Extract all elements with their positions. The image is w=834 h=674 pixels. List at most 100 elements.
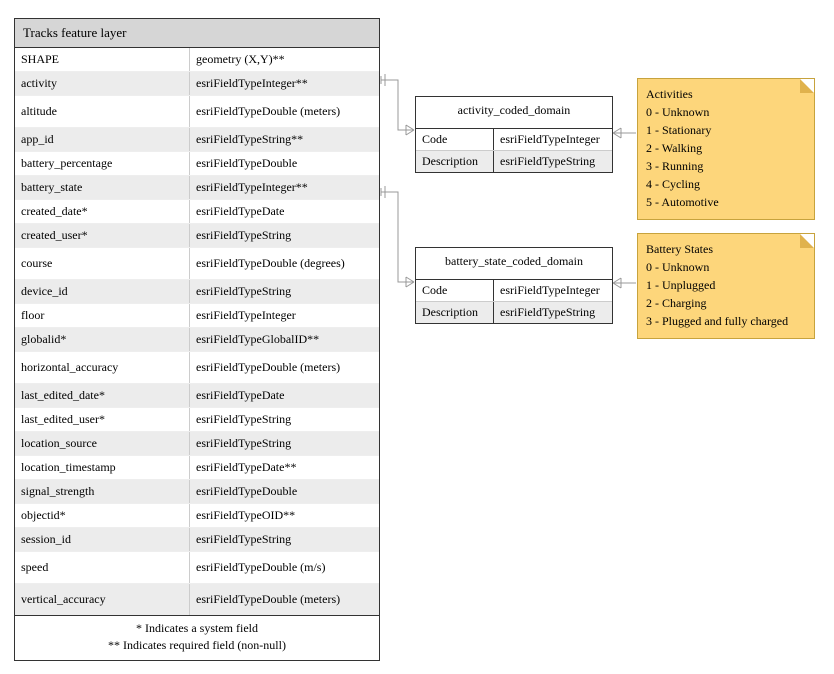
field-type: esriFieldTypeOID** bbox=[190, 504, 379, 527]
field-row: battery_percentageesriFieldTypeDouble bbox=[15, 152, 379, 176]
field-type: esriFieldTypeInteger** bbox=[190, 176, 379, 199]
field-type: esriFieldTypeInteger** bbox=[190, 72, 379, 95]
field-type: esriFieldTypeDate bbox=[190, 200, 379, 223]
field-name: location_timestamp bbox=[15, 456, 190, 479]
field-name: course bbox=[15, 248, 190, 279]
field-type: esriFieldTypeString bbox=[190, 528, 379, 551]
field-type: esriFieldTypeDouble (m/s) bbox=[190, 552, 379, 583]
note-item: 2 - Walking bbox=[646, 139, 806, 157]
field-row: session_idesriFieldTypeString bbox=[15, 528, 379, 552]
field-type: esriFieldTypeString bbox=[190, 224, 379, 247]
field-name: vertical_accuracy bbox=[15, 584, 190, 615]
field-type: esriFieldTypeDate** bbox=[190, 456, 379, 479]
field-type: esriFieldTypeDouble (degrees) bbox=[190, 248, 379, 279]
note-fold-icon bbox=[800, 234, 814, 248]
field-type: esriFieldTypeDouble (meters) bbox=[190, 352, 379, 383]
field-row: speedesriFieldTypeDouble (m/s) bbox=[15, 552, 379, 584]
field-type: esriFieldTypeDouble (meters) bbox=[190, 584, 379, 615]
field-name: device_id bbox=[15, 280, 190, 303]
field-name: created_user* bbox=[15, 224, 190, 247]
note-item: 1 - Stationary bbox=[646, 121, 806, 139]
battery-state-coded-domain-table: battery_state_coded_domain CodeesriField… bbox=[415, 247, 613, 324]
domain2-title: battery_state_coded_domain bbox=[416, 248, 612, 280]
field-type: esriFieldTypeString bbox=[190, 408, 379, 431]
domain-val: esriFieldTypeInteger bbox=[494, 129, 612, 150]
note-item: 5 - Automotive bbox=[646, 193, 806, 211]
field-row: globalid*esriFieldTypeGlobalID** bbox=[15, 328, 379, 352]
field-name: session_id bbox=[15, 528, 190, 551]
field-row: last_edited_user*esriFieldTypeString bbox=[15, 408, 379, 432]
note-item: 0 - Unknown bbox=[646, 258, 806, 276]
note-item: 3 - Running bbox=[646, 157, 806, 175]
field-row: signal_strengthesriFieldTypeDouble bbox=[15, 480, 379, 504]
field-name: activity bbox=[15, 72, 190, 95]
note2-title: Battery States bbox=[646, 240, 806, 258]
field-row: objectid*esriFieldTypeOID** bbox=[15, 504, 379, 528]
field-row: activityesriFieldTypeInteger** bbox=[15, 72, 379, 96]
note-item: 3 - Plugged and fully charged bbox=[646, 312, 806, 330]
tracks-feature-layer-table: Tracks feature layer SHAPEgeometry (X,Y)… bbox=[14, 18, 380, 661]
field-row: created_user*esriFieldTypeString bbox=[15, 224, 379, 248]
domain-key: Description bbox=[416, 151, 494, 172]
field-name: altitude bbox=[15, 96, 190, 127]
field-row: created_date*esriFieldTypeDate bbox=[15, 200, 379, 224]
field-row: device_idesriFieldTypeString bbox=[15, 280, 379, 304]
domain-row: DescriptionesriFieldTypeString bbox=[416, 150, 612, 172]
field-type: esriFieldTypeDouble (meters) bbox=[190, 96, 379, 127]
field-type: esriFieldTypeInteger bbox=[190, 304, 379, 327]
field-name: app_id bbox=[15, 128, 190, 151]
battery-states-note: Battery States 0 - Unknown1 - Unplugged2… bbox=[637, 233, 815, 339]
note-item: 4 - Cycling bbox=[646, 175, 806, 193]
field-name: last_edited_user* bbox=[15, 408, 190, 431]
field-type: esriFieldTypeDouble bbox=[190, 480, 379, 503]
domain-val: esriFieldTypeInteger bbox=[494, 280, 612, 301]
field-type: esriFieldTypeDate bbox=[190, 384, 379, 407]
field-name: location_source bbox=[15, 432, 190, 455]
note-item: 0 - Unknown bbox=[646, 103, 806, 121]
domain-key: Description bbox=[416, 302, 494, 323]
footnote-required: ** Indicates required field (non-null) bbox=[15, 637, 379, 654]
field-name: last_edited_date* bbox=[15, 384, 190, 407]
field-name: horizontal_accuracy bbox=[15, 352, 190, 383]
field-name: floor bbox=[15, 304, 190, 327]
field-name: battery_percentage bbox=[15, 152, 190, 175]
note-item: 1 - Unplugged bbox=[646, 276, 806, 294]
note-fold-icon bbox=[800, 79, 814, 93]
field-name: signal_strength bbox=[15, 480, 190, 503]
domain-key: Code bbox=[416, 280, 494, 301]
field-type: esriFieldTypeString bbox=[190, 432, 379, 455]
field-row: flooresriFieldTypeInteger bbox=[15, 304, 379, 328]
field-type: esriFieldTypeDouble bbox=[190, 152, 379, 175]
field-type: esriFieldTypeString bbox=[190, 280, 379, 303]
field-row: altitudeesriFieldTypeDouble (meters) bbox=[15, 96, 379, 128]
field-row: SHAPEgeometry (X,Y)** bbox=[15, 48, 379, 72]
field-row: last_edited_date*esriFieldTypeDate bbox=[15, 384, 379, 408]
main-table-header: Tracks feature layer bbox=[15, 19, 379, 48]
field-type: geometry (X,Y)** bbox=[190, 48, 379, 71]
field-name: globalid* bbox=[15, 328, 190, 351]
field-row: vertical_accuracyesriFieldTypeDouble (me… bbox=[15, 584, 379, 615]
field-row: location_timestampesriFieldTypeDate** bbox=[15, 456, 379, 480]
domain-row: CodeesriFieldTypeInteger bbox=[416, 280, 612, 301]
footnote-system: * Indicates a system field bbox=[15, 620, 379, 637]
field-name: speed bbox=[15, 552, 190, 583]
domain-row: CodeesriFieldTypeInteger bbox=[416, 129, 612, 150]
field-type: esriFieldTypeString** bbox=[190, 128, 379, 151]
field-name: objectid* bbox=[15, 504, 190, 527]
activities-note: Activities 0 - Unknown1 - Stationary2 - … bbox=[637, 78, 815, 220]
domain1-title: activity_coded_domain bbox=[416, 97, 612, 129]
activity-coded-domain-table: activity_coded_domain CodeesriFieldTypeI… bbox=[415, 96, 613, 173]
field-name: created_date* bbox=[15, 200, 190, 223]
main-table-footer: * Indicates a system field ** Indicates … bbox=[15, 615, 379, 660]
field-row: horizontal_accuracyesriFieldTypeDouble (… bbox=[15, 352, 379, 384]
field-row: courseesriFieldTypeDouble (degrees) bbox=[15, 248, 379, 280]
note1-title: Activities bbox=[646, 85, 806, 103]
domain-val: esriFieldTypeString bbox=[494, 151, 612, 172]
field-type: esriFieldTypeGlobalID** bbox=[190, 328, 379, 351]
field-name: SHAPE bbox=[15, 48, 190, 71]
domain-key: Code bbox=[416, 129, 494, 150]
domain-row: DescriptionesriFieldTypeString bbox=[416, 301, 612, 323]
field-row: battery_stateesriFieldTypeInteger** bbox=[15, 176, 379, 200]
field-row: location_sourceesriFieldTypeString bbox=[15, 432, 379, 456]
field-row: app_idesriFieldTypeString** bbox=[15, 128, 379, 152]
